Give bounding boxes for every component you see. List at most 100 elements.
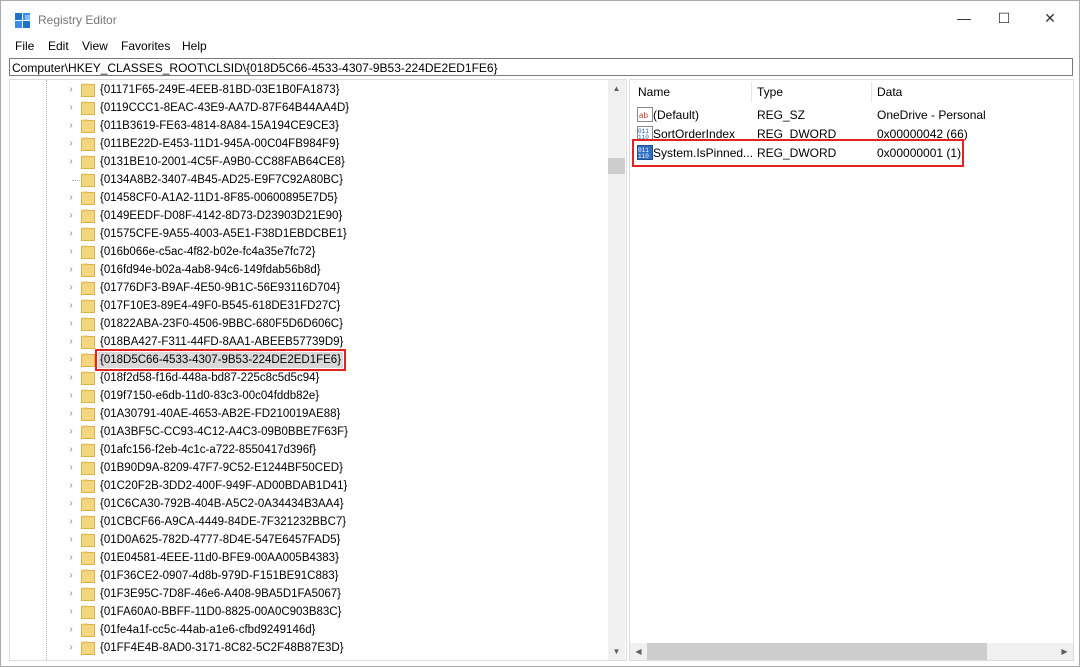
tree-key-label: {01FF4E4B-8AD0-3171-8C82-5C2F48B87E3D}: [100, 642, 344, 654]
tree-key[interactable]: › {016b066e-c5ac-4f82-b02e-fc4a35e7fc72}: [10, 243, 608, 261]
tree-key[interactable]: › {01A30791-40AE-4653-AB2E-FD210019AE88}: [10, 405, 608, 423]
scroll-down-icon[interactable]: ▼: [608, 643, 625, 660]
menu-help[interactable]: Help: [182, 39, 207, 53]
expand-chevron-icon[interactable]: ›: [66, 210, 76, 222]
scroll-thumb[interactable]: [647, 643, 987, 660]
tree-key[interactable]: › {01E04581-4EEE-11d0-BFE9-00AA005B4383}: [10, 549, 608, 567]
tree-key[interactable]: › {011B3619-FE63-4814-8A84-15A194CE9CE3}: [10, 117, 608, 135]
expand-chevron-icon[interactable]: ›: [66, 408, 76, 420]
tree-key-label: {0131BE10-2001-4C5F-A9B0-CC88FAB64CE8}: [100, 156, 345, 168]
expand-chevron-icon[interactable]: ›: [66, 462, 76, 474]
tree-key[interactable]: › {01FF4E4B-8AD0-3171-8C82-5C2F48B87E3D}: [10, 639, 608, 657]
tree-key[interactable]: › {01C6CA30-792B-404B-A5C2-0A34434B3AA4}: [10, 495, 608, 513]
tree-key-label: {01776DF3-B9AF-4E50-9B1C-56E93116D704}: [100, 282, 341, 294]
tree-key-label: {01CBCF66-A9CA-4449-84DE-7F321232BBC7}: [100, 516, 347, 528]
tree-key[interactable]: › {018f2d58-f16d-448a-bd87-225c8c5d5c94}: [10, 369, 608, 387]
expand-chevron-icon[interactable]: ›: [66, 318, 76, 330]
scroll-left-icon[interactable]: ◀: [630, 643, 647, 660]
expand-chevron-icon[interactable]: ›: [66, 570, 76, 582]
tree-key[interactable]: › {01776DF3-B9AF-4E50-9B1C-56E93116D704}: [10, 279, 608, 297]
expand-chevron-icon[interactable]: ›: [66, 444, 76, 456]
tree-key[interactable]: › {017F10E3-89E4-49F0-B545-618DE31FD27C}: [10, 297, 608, 315]
expand-chevron-icon[interactable]: ›: [66, 300, 76, 312]
tree-key[interactable]: › {01D0A625-782D-4777-8D4E-547E6457FAD5}: [10, 531, 608, 549]
expand-chevron-icon[interactable]: ›: [66, 84, 76, 96]
expand-chevron-icon[interactable]: ›: [66, 156, 76, 168]
expand-chevron-icon[interactable]: ›: [66, 624, 76, 636]
scroll-right-icon[interactable]: ▶: [1056, 643, 1073, 660]
tree-key-label: {011B3619-FE63-4814-8A84-15A194CE9CE3}: [100, 120, 339, 132]
tree-key-label: {01fe4a1f-cc5c-44ab-a1e6-cfbd9249146d}: [100, 624, 316, 636]
tree-key[interactable]: › {01822ABA-23F0-4506-9BBC-680F5D6D606C}: [10, 315, 608, 333]
window-title: Registry Editor: [38, 13, 117, 27]
expand-chevron-icon[interactable]: ›: [66, 138, 76, 150]
column-divider[interactable]: [751, 82, 752, 102]
tree-key[interactable]: › {016fd94e-b02a-4ab8-94c6-149fdab56b8d}: [10, 261, 608, 279]
close-button[interactable]: ✕: [1027, 1, 1073, 35]
scroll-up-icon[interactable]: ▲: [608, 80, 625, 97]
expand-chevron-icon[interactable]: ›: [66, 282, 76, 294]
expand-chevron-icon[interactable]: ›: [66, 534, 76, 546]
menu-file[interactable]: File: [15, 39, 34, 53]
folder-icon: [81, 569, 95, 583]
tree-key[interactable]: › {018BA427-F311-44FD-8AA1-ABEEB57739D9}: [10, 333, 608, 351]
tree-vertical-scrollbar[interactable]: ▲ ▼: [608, 80, 625, 660]
tree-key[interactable]: › {01C20F2B-3DD2-400F-949F-AD00BDAB1D41}: [10, 477, 608, 495]
address-bar[interactable]: Computer\HKEY_CLASSES_ROOT\CLSID\{018D5C…: [9, 58, 1073, 76]
tree-key[interactable]: {0134A8B2-3407-4B45-AD25-E9F7C92A80BC}: [10, 171, 608, 189]
tree-key[interactable]: › {01575CFE-9A55-4003-A5E1-F38D1EBDCBE1}: [10, 225, 608, 243]
expand-chevron-icon[interactable]: ›: [66, 102, 76, 114]
tree-key[interactable]: › {0149EEDF-D08F-4142-8D73-D23903D21E90}: [10, 207, 608, 225]
column-divider[interactable]: [871, 82, 872, 102]
column-header-name[interactable]: Name: [638, 85, 670, 99]
tree-key-label: {011BE22D-E453-11D1-945A-00C04FB984F9}: [100, 138, 340, 150]
string-value-icon: ab: [637, 107, 653, 122]
tree-key[interactable]: › {01458CF0-A1A2-11D1-8F85-00600895E7D5}: [10, 189, 608, 207]
expand-chevron-icon[interactable]: ›: [66, 192, 76, 204]
tree-key[interactable]: › {01FA60A0-BBFF-11D0-8825-00A0C903B83C}: [10, 603, 608, 621]
expand-chevron-icon[interactable]: ›: [66, 336, 76, 348]
tree-key[interactable]: › {01F3E95C-7D8F-46e6-A408-9BA5D1FA5067}: [10, 585, 608, 603]
menu-edit[interactable]: Edit: [48, 39, 69, 53]
tree-key[interactable]: › {01fe4a1f-cc5c-44ab-a1e6-cfbd9249146d}: [10, 621, 608, 639]
maximize-button[interactable]: ☐: [981, 1, 1027, 35]
tree-key[interactable]: › {01171F65-249E-4EEB-81BD-03E1B0FA1873}: [10, 81, 608, 99]
expand-chevron-icon[interactable]: ›: [66, 354, 76, 366]
expand-chevron-icon[interactable]: ›: [66, 120, 76, 132]
tree-key[interactable]: › {019f7150-e6db-11d0-83c3-00c04fddb82e}: [10, 387, 608, 405]
expand-chevron-icon[interactable]: ›: [66, 390, 76, 402]
expand-chevron-icon[interactable]: ›: [66, 516, 76, 528]
expand-chevron-icon[interactable]: ›: [66, 372, 76, 384]
folder-icon: [81, 551, 95, 565]
expand-chevron-icon[interactable]: ›: [66, 606, 76, 618]
tree-key-label: {01E04581-4EEE-11d0-BFE9-00AA005B4383}: [100, 552, 339, 564]
tree-key[interactable]: › {0131BE10-2001-4C5F-A9B0-CC88FAB64CE8}: [10, 153, 608, 171]
tree-key[interactable]: › {01F36CE2-0907-4d8b-979D-F151BE91C883}: [10, 567, 608, 585]
tree-key-label: {016b066e-c5ac-4f82-b02e-fc4a35e7fc72}: [100, 246, 316, 258]
menu-favorites[interactable]: Favorites: [121, 39, 170, 53]
tree-key[interactable]: › {01CBCF66-A9CA-4449-84DE-7F321232BBC7}: [10, 513, 608, 531]
tree-key-selected[interactable]: › {018D5C66-4533-4307-9B53-224DE2ED1FE6}: [10, 349, 608, 371]
tree-key[interactable]: › {0119CCC1-8EAC-43E9-AA7D-87F64B44AA4D}: [10, 99, 608, 117]
expand-chevron-icon[interactable]: ›: [66, 588, 76, 600]
values-horizontal-scrollbar[interactable]: ◀ ▶: [630, 643, 1073, 660]
tree-key[interactable]: › {01B90D9A-8209-47F7-9C52-E1244BF50CED}: [10, 459, 608, 477]
expand-chevron-icon[interactable]: ›: [66, 228, 76, 240]
expand-chevron-icon[interactable]: ›: [66, 552, 76, 564]
expand-chevron-icon[interactable]: ›: [66, 246, 76, 258]
expand-chevron-icon[interactable]: ›: [66, 642, 76, 654]
expand-chevron-icon[interactable]: ›: [66, 264, 76, 276]
column-header-type[interactable]: Type: [757, 85, 783, 99]
folder-icon: [81, 371, 95, 385]
scroll-thumb[interactable]: [608, 158, 625, 174]
column-header-data[interactable]: Data: [877, 85, 902, 99]
expand-chevron-icon[interactable]: ›: [66, 480, 76, 492]
expand-chevron-icon[interactable]: ›: [66, 498, 76, 510]
tree-key[interactable]: › {01afc156-f2eb-4c1c-a722-8550417d396f}: [10, 441, 608, 459]
tree-key-label: {017F10E3-89E4-49F0-B545-618DE31FD27C}: [100, 300, 341, 312]
tree-key[interactable]: › {011BE22D-E453-11D1-945A-00C04FB984F9}: [10, 135, 608, 153]
expand-chevron-icon[interactable]: ›: [66, 426, 76, 438]
tree-key[interactable]: › {01A3BF5C-CC93-4C12-A4C3-09B0BBE7F63F}: [10, 423, 608, 441]
value-row-default[interactable]: ab (Default) REG_SZ OneDrive - Personal: [630, 105, 1073, 124]
menu-view[interactable]: View: [82, 39, 108, 53]
